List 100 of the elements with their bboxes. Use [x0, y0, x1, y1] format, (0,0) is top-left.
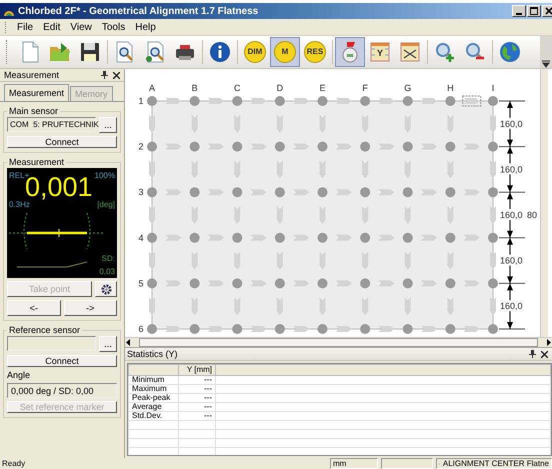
- direction-chevron: [336, 326, 352, 332]
- measuring-point[interactable]: [147, 232, 157, 243]
- measuring-point[interactable]: [488, 232, 498, 243]
- measuring-point[interactable]: [445, 96, 456, 106]
- toolbar-button[interactable]: M: [270, 37, 300, 67]
- measuring-point[interactable]: [190, 187, 200, 198]
- direction-chevron: [208, 326, 224, 332]
- table-cell: Peak-peak: [128, 394, 178, 402]
- measuring-point[interactable]: [360, 142, 370, 152]
- table-cell: Minimum: [128, 376, 178, 384]
- measuring-point[interactable]: [445, 232, 456, 243]
- measuring-point[interactable]: [488, 96, 498, 106]
- measuring-point[interactable]: [360, 278, 370, 288]
- measuring-point[interactable]: [488, 142, 498, 152]
- measuring-point[interactable]: [232, 142, 242, 152]
- direction-chevron: [404, 160, 411, 178]
- measuring-point[interactable]: [274, 324, 285, 334]
- measuring-point[interactable]: [274, 96, 285, 106]
- measuring-point[interactable]: [402, 232, 413, 243]
- badge-label: DIM: [246, 47, 264, 56]
- measuring-point[interactable]: [147, 278, 157, 288]
- measuring-point[interactable]: [488, 278, 498, 288]
- menu-item[interactable]: View: [65, 22, 97, 32]
- settings-button[interactable]: [95, 281, 117, 297]
- minimize-icon[interactable]: [512, 5, 526, 17]
- measuring-point[interactable]: [360, 187, 370, 198]
- direction-chevron: [404, 114, 411, 133]
- measuring-point[interactable]: [318, 324, 328, 334]
- measuring-point[interactable]: [274, 142, 285, 152]
- close-icon[interactable]: [541, 350, 548, 358]
- menu-item[interactable]: Edit: [38, 22, 66, 32]
- measuring-point[interactable]: [274, 187, 285, 198]
- previous-button[interactable]: <-: [7, 300, 60, 316]
- menu-item[interactable]: Help: [130, 22, 161, 32]
- measuring-point[interactable]: [402, 96, 413, 106]
- measuring-point[interactable]: [318, 278, 328, 288]
- horizontal-scrollbar[interactable]: [125, 337, 552, 347]
- measuring-point[interactable]: [402, 278, 413, 288]
- measuring-point[interactable]: [445, 324, 456, 334]
- measuring-point[interactable]: [402, 187, 413, 198]
- next-button[interactable]: ->: [64, 300, 117, 316]
- measuring-point[interactable]: [232, 232, 242, 243]
- pin-icon[interactable]: [101, 71, 108, 79]
- direction-chevron: [276, 252, 283, 270]
- measuring-point[interactable]: [318, 187, 328, 198]
- measuring-point[interactable]: [318, 142, 328, 152]
- measuring-point[interactable]: [147, 324, 157, 334]
- measuring-point[interactable]: [147, 142, 157, 152]
- measuring-point[interactable]: [147, 96, 157, 106]
- measuring-point[interactable]: [190, 232, 200, 243]
- measuring-point[interactable]: [232, 187, 242, 198]
- reference-sensor-field[interactable]: [7, 336, 96, 351]
- measuring-point[interactable]: [488, 187, 498, 198]
- measuring-point[interactable]: [402, 324, 413, 334]
- toolbar-button[interactable]: RES: [300, 37, 330, 67]
- measuring-point[interactable]: [402, 142, 413, 152]
- close-icon[interactable]: [113, 72, 120, 78]
- toolbar-button[interactable]: DIM: [240, 37, 270, 67]
- unit-indicator: mm: [330, 458, 378, 469]
- direction-chevron: [276, 297, 283, 316]
- toolbar-button[interactable]: Y: [365, 37, 395, 67]
- browse-button[interactable]: ...: [99, 336, 117, 352]
- measuring-point[interactable]: [232, 278, 242, 288]
- trend-line-drawing: [17, 260, 87, 268]
- direction-chevron: [378, 189, 394, 196]
- measuring-point[interactable]: [274, 278, 285, 288]
- measuring-point[interactable]: [274, 232, 285, 243]
- direction-chevron: [149, 206, 155, 224]
- scroll-right-icon[interactable]: [546, 339, 552, 346]
- connect-button[interactable]: Connect: [7, 136, 117, 148]
- port-field[interactable]: COM 5: PRUFTECHNIK: [7, 117, 96, 132]
- tab[interactable]: Measurement: [4, 84, 70, 101]
- measuring-point[interactable]: [445, 187, 456, 198]
- measuring-point[interactable]: [147, 187, 157, 198]
- measuring-point[interactable]: [445, 142, 456, 152]
- connect-button[interactable]: Connect: [7, 355, 117, 367]
- measuring-point[interactable]: [318, 232, 328, 243]
- measuring-point[interactable]: [190, 96, 200, 106]
- vertical-scrollbar[interactable]: [540, 69, 548, 337]
- measuring-point[interactable]: [190, 142, 200, 152]
- measuring-point[interactable]: [232, 96, 242, 106]
- pin-icon[interactable]: [529, 350, 536, 358]
- browse-button[interactable]: ...: [99, 117, 117, 133]
- column-label: B: [192, 83, 198, 93]
- measuring-point[interactable]: [360, 324, 370, 334]
- overflow-chevron-icon[interactable]: [540, 36, 552, 68]
- measuring-point[interactable]: [488, 324, 498, 334]
- panel-title: Statistics (Y): [127, 349, 179, 359]
- direction-chevron: [378, 280, 394, 286]
- measuring-point[interactable]: [190, 324, 200, 334]
- measuring-point[interactable]: [318, 96, 328, 106]
- menu-item[interactable]: File: [12, 22, 38, 32]
- maximize-icon[interactable]: [527, 5, 541, 17]
- measuring-point[interactable]: [190, 278, 200, 288]
- direction-chevron: [234, 114, 240, 133]
- menu-item[interactable]: Tools: [96, 22, 130, 32]
- measuring-point[interactable]: [445, 278, 456, 288]
- measuring-point[interactable]: [232, 324, 242, 334]
- measuring-point[interactable]: [360, 232, 370, 243]
- measuring-point[interactable]: [360, 96, 370, 106]
